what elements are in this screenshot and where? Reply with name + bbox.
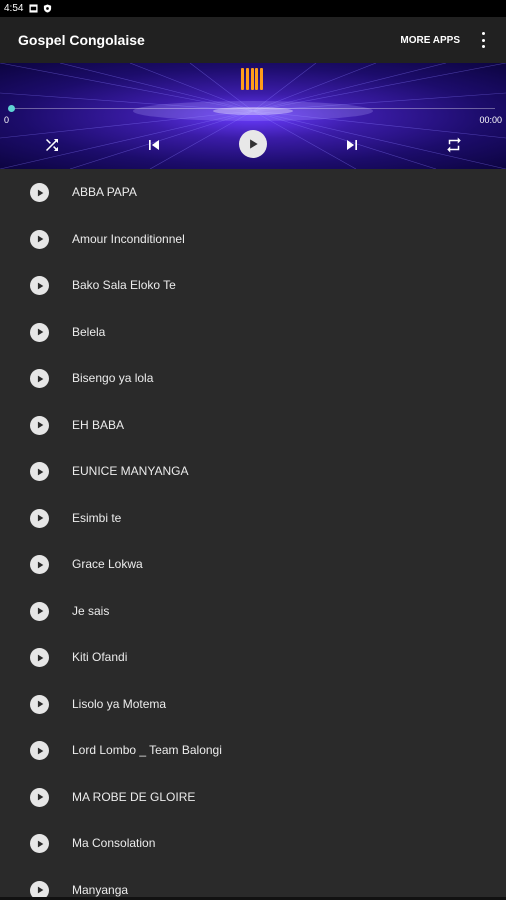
next-button[interactable] xyxy=(338,131,366,159)
app-bar: Gospel Congolaise MORE APPS xyxy=(0,17,506,63)
play-icon xyxy=(37,421,43,429)
shuffle-button[interactable] xyxy=(38,131,66,159)
song-title: Je sais xyxy=(72,603,110,618)
song-list-item[interactable]: Je sais xyxy=(0,588,506,635)
previous-button[interactable] xyxy=(140,131,168,159)
song-play-button[interactable] xyxy=(30,369,49,388)
song-title: ABBA PAPA xyxy=(72,185,137,200)
play-icon xyxy=(37,654,43,661)
song-list-item[interactable]: EUNICE MANYANGA xyxy=(0,448,506,495)
song-title: Grace Lokwa xyxy=(72,557,143,572)
seek-bar[interactable] xyxy=(11,108,495,109)
song-play-button[interactable] xyxy=(30,276,49,295)
song-title: EH BABA xyxy=(72,417,125,432)
song-play-button[interactable] xyxy=(30,787,49,807)
song-title: Bako Sala Eloko Te xyxy=(72,278,176,293)
song-play-button[interactable] xyxy=(30,694,49,714)
song-title: EUNICE MANYANGA xyxy=(72,464,189,479)
song-title: Ma Consolation xyxy=(72,836,156,851)
play-icon xyxy=(37,747,43,754)
song-title: Amour Inconditionnel xyxy=(72,231,185,246)
play-button[interactable] xyxy=(239,130,267,158)
repeat-icon xyxy=(447,137,461,153)
song-list-item[interactable]: Lord Lombo _ Team Balongi xyxy=(0,727,506,774)
more-apps-button[interactable]: MORE APPS xyxy=(400,35,460,46)
skip-next-icon xyxy=(347,140,357,150)
song-play-button[interactable] xyxy=(30,834,49,853)
equalizer-icon xyxy=(241,66,263,90)
song-list-item[interactable]: Esimbi te xyxy=(0,495,506,542)
play-icon xyxy=(37,235,43,243)
play-icon xyxy=(250,139,258,149)
repeat-button[interactable] xyxy=(440,131,468,159)
song-title: Lisolo ya Motema xyxy=(72,696,167,711)
song-play-button[interactable] xyxy=(30,183,49,202)
play-icon xyxy=(37,700,43,708)
song-list-item[interactable]: Manyanga xyxy=(0,867,506,900)
shield-icon xyxy=(44,4,52,13)
play-icon xyxy=(37,886,43,894)
song-play-button[interactable] xyxy=(30,415,49,435)
song-title: Manyanga xyxy=(72,882,129,897)
song-list-item[interactable]: ABBA PAPA xyxy=(0,169,506,216)
play-icon xyxy=(37,514,43,522)
song-play-button[interactable] xyxy=(30,555,49,574)
song-list[interactable]: ABBA PAPA Amour Inconditionnel Bako Sala E… xyxy=(0,169,506,900)
shuffle-icon xyxy=(46,139,58,151)
song-list-item[interactable]: MA ROBE DE GLOIRE xyxy=(0,774,506,821)
song-play-button[interactable] xyxy=(30,229,49,249)
song-title: MA ROBE DE GLOIRE xyxy=(72,789,196,804)
more-vert-icon[interactable] xyxy=(478,32,488,48)
status-time: 4:54 xyxy=(4,3,24,14)
song-list-item[interactable]: Ma Consolation xyxy=(0,820,506,867)
song-list-item[interactable]: Grace Lokwa xyxy=(0,541,506,588)
play-icon xyxy=(37,793,43,801)
play-icon xyxy=(37,468,43,475)
song-list-item[interactable]: Kiti Ofandi xyxy=(0,634,506,681)
play-icon xyxy=(37,282,43,289)
song-title: Esimbi te xyxy=(72,510,122,525)
play-icon xyxy=(37,561,43,568)
song-play-button[interactable] xyxy=(30,601,49,621)
play-icon xyxy=(37,189,43,196)
play-icon xyxy=(37,607,43,615)
song-play-button[interactable] xyxy=(30,462,49,481)
song-list-item[interactable]: Bako Sala Eloko Te xyxy=(0,262,506,309)
song-title: Belela xyxy=(72,324,106,339)
song-title: Bisengo ya lola xyxy=(72,371,154,386)
image-notification-icon xyxy=(29,4,39,13)
player-panel: 0 00:00 xyxy=(0,63,506,169)
seek-thumb[interactable] xyxy=(8,105,15,112)
total-time: 00:00 xyxy=(479,115,502,125)
song-play-button[interactable] xyxy=(30,322,49,342)
song-list-item[interactable]: Lisolo ya Motema xyxy=(0,681,506,728)
status-bar: 4:54 xyxy=(0,0,506,17)
play-icon xyxy=(37,375,43,382)
song-title: Kiti Ofandi xyxy=(72,650,128,665)
song-list-item[interactable]: Bisengo ya lola xyxy=(0,355,506,402)
song-play-button[interactable] xyxy=(30,648,49,667)
song-list-item[interactable]: Belela xyxy=(0,309,506,356)
song-list-item[interactable]: Amour Inconditionnel xyxy=(0,216,506,263)
song-title: Lord Lombo _ Team Balongi xyxy=(72,743,222,758)
play-icon xyxy=(37,328,43,336)
skip-previous-icon xyxy=(149,140,159,150)
song-list-item[interactable]: EH BABA xyxy=(0,402,506,449)
play-icon xyxy=(37,840,43,847)
song-play-button[interactable] xyxy=(30,508,49,528)
app-title: Gospel Congolaise xyxy=(18,32,145,48)
elapsed-time: 0 xyxy=(4,115,10,125)
song-play-button[interactable] xyxy=(30,741,49,760)
